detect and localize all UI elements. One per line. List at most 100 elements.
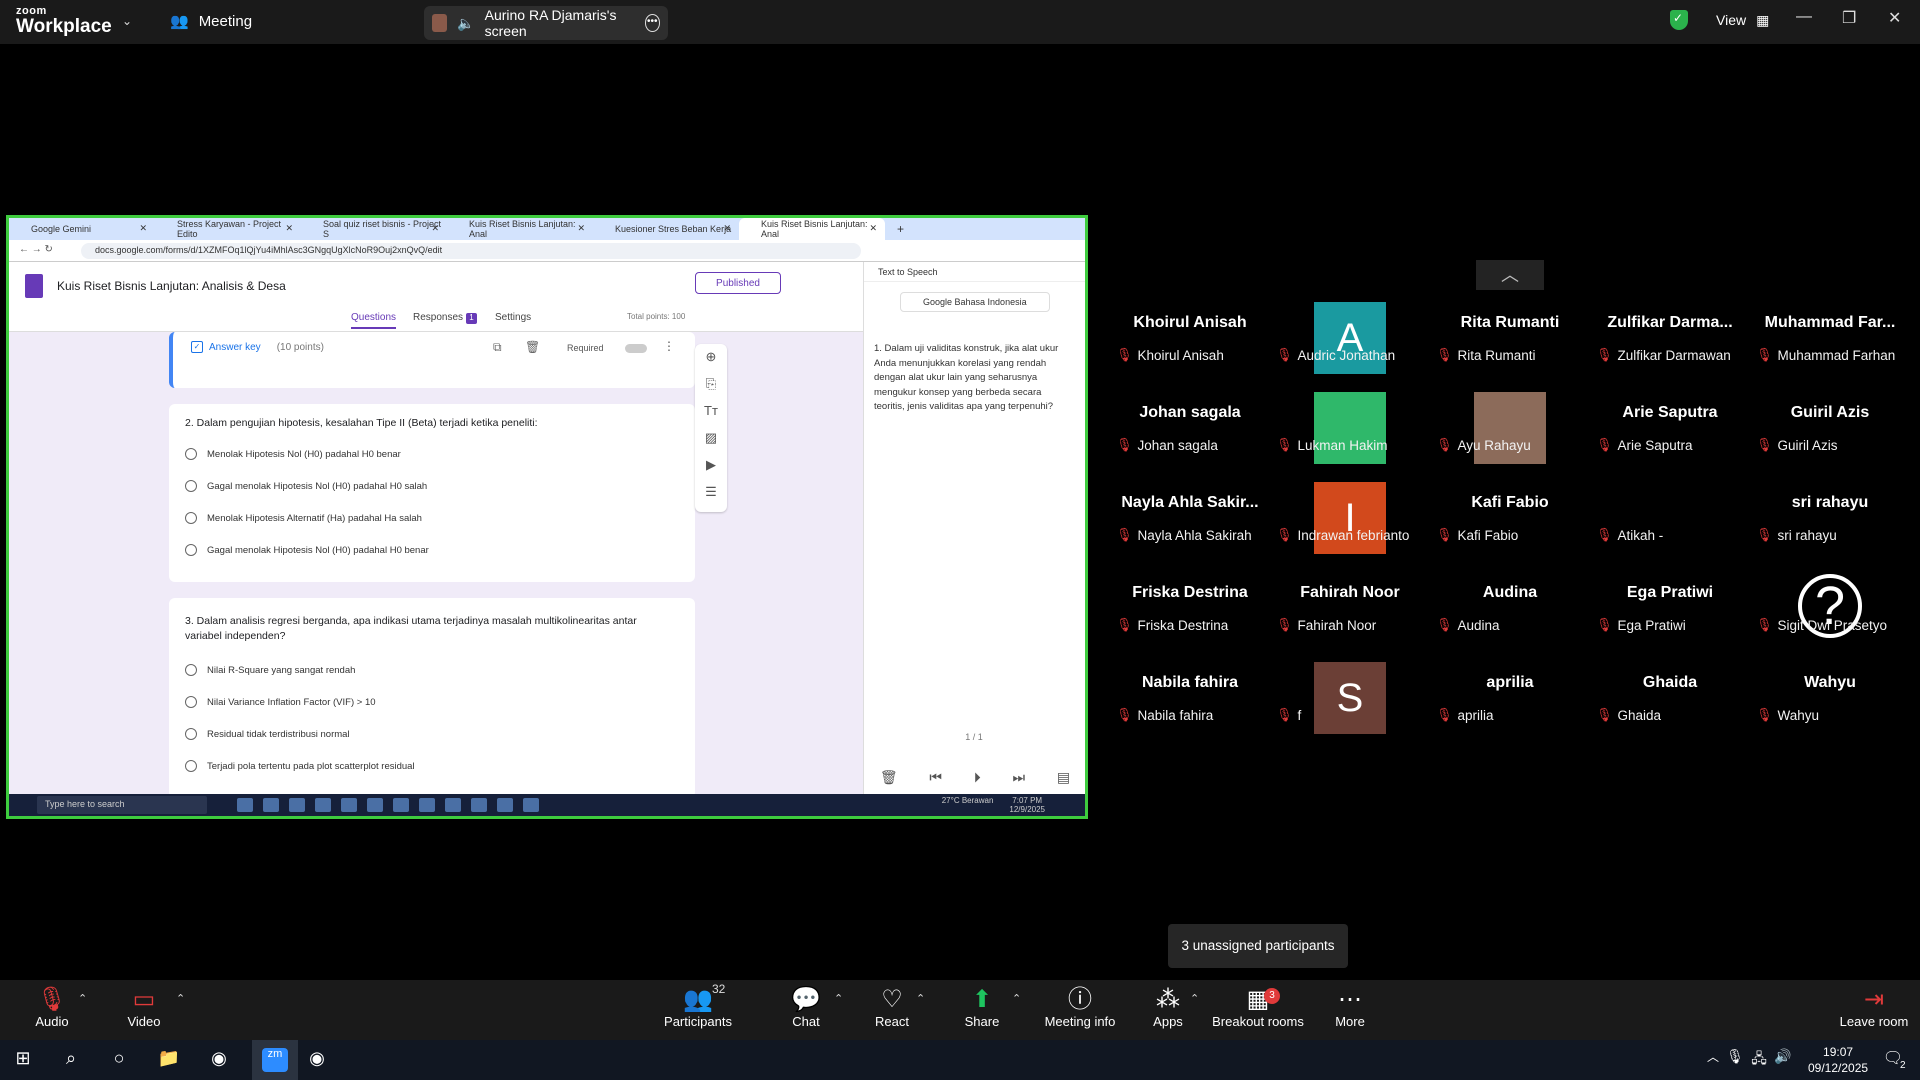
participant-tile[interactable]: Wahyu 🎙 Wahyu <box>1752 662 1908 750</box>
participant-tile[interactable]: Fahirah Noor 🎙 Fahirah Noor <box>1272 572 1428 660</box>
add-video-icon[interactable]: ▶ <box>695 452 727 479</box>
participant-tile[interactable]: A 🎙 Audric Jonathan <box>1272 302 1428 390</box>
close-icon[interactable]: ✕ <box>285 223 293 234</box>
chevron-up-icon[interactable]: ⌃ <box>1190 992 1199 1005</box>
windows-start-icon[interactable]: ⊞ <box>10 1048 36 1072</box>
add-image-icon[interactable]: ▨ <box>695 425 727 452</box>
participant-tile[interactable]: Nabila fahira 🎙 Nabila fahira <box>1112 662 1268 750</box>
chevron-down-icon[interactable]: ⌄ <box>122 14 132 28</box>
browser-tab[interactable]: Google Gemini ✕ <box>9 218 155 240</box>
more-button[interactable]: ⋯ More <box>1330 986 1370 1029</box>
close-icon[interactable]: ✕ <box>577 223 585 234</box>
browser-tab[interactable]: Soal quiz riset bisnis - Project S ✕ <box>301 218 447 240</box>
view-button[interactable]: View ▦ <box>1670 10 1769 30</box>
close-icon[interactable]: ✕ <box>723 223 731 234</box>
breakout-rooms-button[interactable]: ▦ Breakout rooms <box>1212 986 1304 1029</box>
option[interactable]: Residual tidak terdistribusi normal <box>185 728 350 740</box>
required-toggle[interactable] <box>625 344 647 353</box>
add-title-icon[interactable]: Tт <box>695 398 727 425</box>
participant-tile[interactable]: Ghaida 🎙 Ghaida <box>1592 662 1748 750</box>
document-icon[interactable]: ▤ <box>1057 769 1070 786</box>
chevron-up-icon[interactable]: ⌃ <box>834 992 843 1005</box>
participant-tile[interactable]: Rita Rumanti 🎙 Rita Rumanti <box>1432 302 1588 390</box>
skip-forward-icon[interactable]: ⏭ <box>1013 769 1026 786</box>
participant-tile[interactable]: 🎙 Lukman Hakim <box>1272 392 1428 480</box>
participant-tile[interactable]: Arie Saputra 🎙 Arie Saputra <box>1592 392 1748 480</box>
chrome-profile-icon[interactable]: ◉ <box>304 1048 330 1072</box>
participant-tile[interactable]: sri rahayu 🎙 sri rahayu <box>1752 482 1908 570</box>
browser-tab[interactable]: Stress Karyawan - Project Edito ✕ <box>155 218 301 240</box>
browser-tab[interactable]: Kuis Riset Bisnis Lanjutan: Anal ✕ <box>447 218 593 240</box>
participant-tile[interactable]: Zulfikar Darma... 🎙 Zulfikar Darmawan <box>1592 302 1748 390</box>
chevron-up-icon[interactable]: ⌃ <box>1012 992 1021 1005</box>
option[interactable]: Terjadi pola tertentu pada plot scatterp… <box>185 760 415 772</box>
more-options-icon[interactable]: ••• <box>644 14 661 32</box>
add-section-icon[interactable]: ☰ <box>695 479 727 506</box>
participant-tile[interactable]: ? 🎙 Sigit Dwi Prasetyo <box>1752 572 1908 660</box>
chevron-up-icon[interactable]: ⌃ <box>916 992 925 1005</box>
meeting-button[interactable]: 👥 Meeting <box>170 12 252 31</box>
option[interactable]: Nilai R-Square yang sangat rendah <box>185 664 355 676</box>
network-icon[interactable]: 🖧 <box>1746 1048 1772 1072</box>
delete-icon[interactable]: 🗑 <box>525 340 540 354</box>
volume-icon[interactable]: 🔊 <box>1770 1048 1796 1072</box>
chevron-up-icon[interactable]: ⌃ <box>176 992 185 1005</box>
participant-tile[interactable]: aprilia 🎙 aprilia <box>1432 662 1588 750</box>
react-button[interactable]: ♡ React <box>870 986 914 1029</box>
tab-settings[interactable]: Settings <box>495 312 531 323</box>
tts-page-current[interactable]: 1 <box>965 732 970 742</box>
nav-arrows-icon[interactable]: ← → ↻ <box>19 244 53 255</box>
option[interactable]: Menolak Hipotesis Nol (H0) padahal H0 be… <box>185 448 401 460</box>
participant-tile[interactable]: 🎙 Ayu Rahayu <box>1432 392 1588 480</box>
question-3-card[interactable]: 3. Dalam analisis regresi berganda, apa … <box>169 598 695 794</box>
tts-language-select[interactable]: Google Bahasa Indonesia <box>900 292 1050 312</box>
audio-button[interactable]: 🎙 Audio <box>30 986 74 1029</box>
import-questions-icon[interactable]: ⎘ <box>695 371 727 398</box>
tab-questions[interactable]: Questions <box>351 312 397 329</box>
question-2-card[interactable]: 2. Dalam pengujian hipotesis, kesalahan … <box>169 404 695 582</box>
share-button[interactable]: ⬆ Share <box>960 986 1004 1029</box>
task-view-icon[interactable]: ○ <box>106 1048 132 1072</box>
participant-tile[interactable]: 🎙 Atikah - <box>1592 482 1748 570</box>
option[interactable]: Gagal menolak Hipotesis Nol (H0) padahal… <box>185 480 427 492</box>
duplicate-icon[interactable]: ⧉ <box>493 340 502 355</box>
more-vert-icon[interactable]: ⋮ <box>663 339 675 353</box>
participant-tile[interactable]: Johan sagala 🎙 Johan sagala <box>1112 392 1268 480</box>
leave-room-button[interactable]: ⇥ Leave room <box>1838 986 1910 1029</box>
participant-tile[interactable]: Ega Pratiwi 🎙 Ega Pratiwi <box>1592 572 1748 660</box>
tab-responses[interactable]: Responses 1 <box>413 312 478 324</box>
close-icon[interactable]: ✕ <box>1888 8 1901 28</box>
form-title[interactable]: Kuis Riset Bisnis Lanjutan: Analisis & D… <box>57 279 286 293</box>
video-button[interactable]: ▭ Video <box>122 986 166 1029</box>
system-clock[interactable]: 19:07 09/12/2025 <box>1808 1044 1868 1076</box>
option[interactable]: Gagal menolak Hipotesis Nol (H0) padahal… <box>185 544 429 556</box>
gallery-scroll-up-button[interactable]: ︿ <box>1476 260 1544 290</box>
add-question-icon[interactable]: ⊕ <box>695 344 727 371</box>
published-button[interactable]: Published <box>695 272 781 294</box>
play-icon[interactable]: ⏵ <box>974 769 981 786</box>
restore-icon[interactable]: ❐ <box>1842 8 1856 28</box>
search-icon[interactable]: ⌕ <box>58 1048 84 1072</box>
zoom-icon[interactable]: zm <box>262 1048 288 1072</box>
minimize-icon[interactable]: — <box>1796 8 1812 26</box>
browser-tab-active[interactable]: Kuis Riset Bisnis Lanjutan: Anal ✕ <box>739 218 885 240</box>
microphone-icon[interactable]: 🎙 <box>1722 1048 1748 1072</box>
participant-tile[interactable]: Khoirul Anisah 🎙 Khoirul Anisah <box>1112 302 1268 390</box>
close-icon[interactable]: ✕ <box>869 223 877 234</box>
option[interactable]: Menolak Hipotesis Alternatif (Ha) padaha… <box>185 512 422 524</box>
screen-share-indicator[interactable]: 🔈 Aurino RA Djamaris's screen ••• <box>424 6 668 40</box>
participant-tile[interactable]: Muhammad Far... 🎙 Muhammad Farhan <box>1752 302 1908 390</box>
participant-tile[interactable]: S 🎙 f <box>1272 662 1428 750</box>
url-field[interactable]: docs.google.com/forms/d/1XZMFOq1lQjYu4iM… <box>81 243 861 259</box>
chat-button[interactable]: 💬 Chat <box>786 986 826 1029</box>
browser-tab[interactable]: Kuesioner Stres Beban Kerja ✕ <box>593 218 739 240</box>
chevron-up-icon[interactable]: ⌃ <box>78 992 87 1005</box>
option[interactable]: Nilai Variance Inflation Factor (VIF) > … <box>185 696 376 708</box>
apps-button[interactable]: ⁂ Apps <box>1150 986 1186 1029</box>
file-explorer-icon[interactable]: 📁 <box>156 1048 182 1072</box>
chrome-icon[interactable]: ◉ <box>206 1048 232 1072</box>
meeting-info-button[interactable]: ⓘ Meeting info <box>1040 986 1120 1029</box>
participant-tile[interactable]: Friska Destrina 🎙 Friska Destrina <box>1112 572 1268 660</box>
participant-tile[interactable]: I 🎙 Indrawan febrianto <box>1272 482 1428 570</box>
participant-tile[interactable]: Nayla Ahla Sakir... 🎙 Nayla Ahla Sakirah <box>1112 482 1268 570</box>
